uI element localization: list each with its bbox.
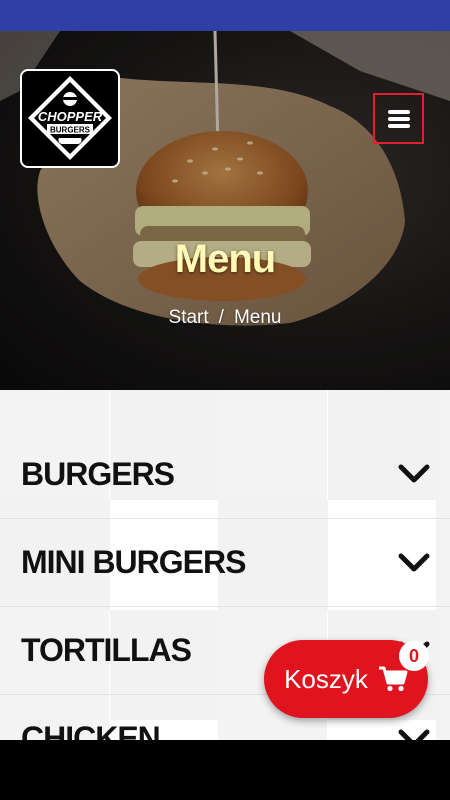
category-burgers[interactable]: BURGERS: [0, 430, 450, 518]
chevron-down-icon: [398, 729, 430, 740]
page-title: Menu: [174, 237, 276, 281]
brand-logo[interactable]: CHOPPER BURGERS: [20, 69, 120, 168]
cart-label: Koszyk: [284, 663, 368, 694]
system-navigation-bar: [0, 740, 450, 800]
status-bar: [0, 0, 450, 31]
category-label: CHICKEN: [21, 720, 161, 740]
menu-toggle-button[interactable]: [373, 93, 424, 144]
breadcrumb-current: Menu: [233, 307, 282, 328]
cart-icon: [378, 666, 408, 692]
category-label: TORTILLAS: [21, 632, 192, 668]
category-mini-burgers[interactable]: MINI BURGERS: [0, 518, 450, 606]
hero-banner: CHOPPER BURGERS Menu Start / Menu: [0, 31, 450, 390]
breadcrumb: Start / Menu: [0, 307, 450, 329]
logo-emblem-icon: CHOPPER BURGERS: [28, 76, 112, 160]
category-label: BURGERS: [21, 455, 175, 492]
breadcrumb-separator: /: [218, 307, 224, 328]
cart-count-badge: 0: [399, 641, 429, 671]
chevron-down-icon: [398, 553, 430, 571]
category-label: MINI BURGERS: [21, 544, 246, 580]
chevron-down-icon: [398, 464, 430, 483]
hamburger-icon: [387, 109, 410, 128]
logo-wordmark-bottom: BURGERS: [50, 126, 91, 135]
breadcrumb-home-link[interactable]: Start: [169, 307, 209, 328]
logo-wordmark-top: CHOPPER: [38, 109, 103, 124]
